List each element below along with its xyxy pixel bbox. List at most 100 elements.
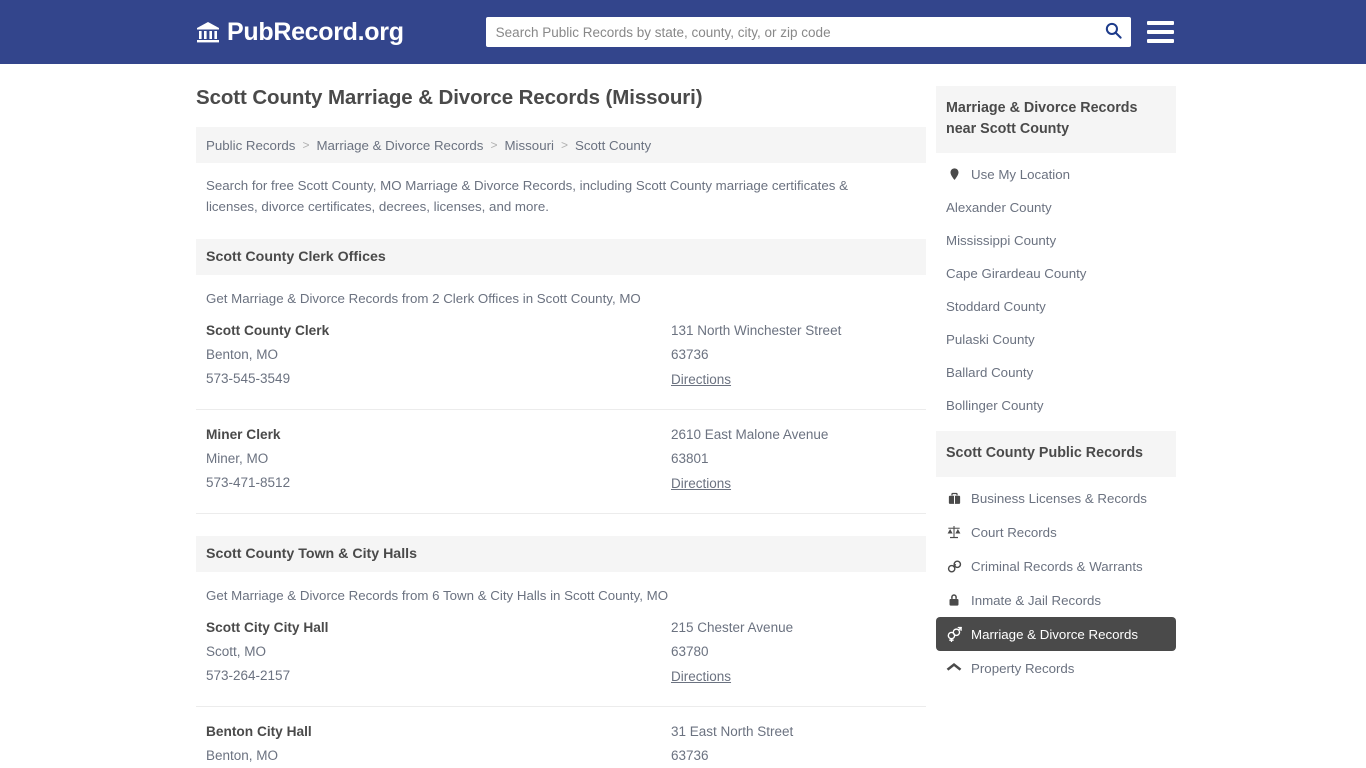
listing-right-column: 215 Chester Avenue 63780 Directions: [671, 620, 916, 692]
listing-zip: 63801: [671, 451, 709, 466]
sidebar-public-records-header: Scott County Public Records: [936, 431, 1176, 477]
search-input[interactable]: [485, 18, 1097, 46]
sidebar-item-label: Inmate & Jail Records: [971, 592, 1102, 608]
listing-row: Scott City City Hall Scott, MO 573-264-2…: [196, 603, 926, 707]
sidebar-public-records-list: Business Licenses & Records Court Record…: [936, 477, 1176, 685]
listing-name[interactable]: Benton City Hall: [206, 724, 671, 739]
sidebar-item-business-licenses[interactable]: Business Licenses & Records: [936, 481, 1176, 515]
handcuffs-icon: [946, 558, 962, 574]
breadcrumb-item-2[interactable]: Missouri: [504, 138, 554, 153]
site-header: PubRecord.org: [0, 0, 1366, 64]
listing-row: Miner Clerk Miner, MO 573-471-8512 2610 …: [196, 410, 926, 514]
search-bar: [485, 17, 1131, 47]
listing-street: 131 North Winchester Street: [671, 323, 842, 338]
listing-phone: 573-264-2157: [206, 668, 291, 683]
sidebar-item-inmate-jail-records[interactable]: Inmate & Jail Records: [936, 583, 1176, 617]
section-header-clerk-offices: Scott County Clerk Offices: [196, 239, 926, 275]
sidebar-item-marriage-divorce-records[interactable]: Marriage & Divorce Records: [936, 617, 1176, 651]
listing-city-state: Miner, MO: [206, 451, 269, 466]
site-logo-text: PubRecord.org: [227, 17, 404, 46]
sidebar: Marriage & Divorce Records near Scott Co…: [936, 86, 1176, 768]
listing-city-state: Benton, MO: [206, 748, 279, 763]
listing-phone: 573-545-3549: [206, 371, 291, 386]
listing-left-column: Scott City City Hall Scott, MO 573-264-2…: [206, 620, 671, 692]
hamburger-menu-icon[interactable]: [1146, 21, 1174, 43]
sidebar-item-county-2[interactable]: Cape Girardeau County: [936, 257, 1176, 290]
house-roof-icon: [946, 660, 962, 676]
sidebar-item-court-records[interactable]: Court Records: [936, 515, 1176, 549]
listing-row: Scott County Clerk Benton, MO 573-545-35…: [196, 306, 926, 410]
hamburger-bar: [1146, 39, 1174, 43]
page-body: Scott County Marriage & Divorce Records …: [0, 64, 1366, 768]
briefcase-icon: [946, 490, 962, 506]
listing-phone: 573-471-8512: [206, 475, 291, 490]
listing-left-column: Miner Clerk Miner, MO 573-471-8512: [206, 427, 671, 499]
search-icon: [1104, 21, 1123, 43]
sidebar-item-county-6[interactable]: Bollinger County: [936, 389, 1176, 422]
sidebar-item-label: Ballard County: [946, 365, 1034, 380]
listing-right-column: 2610 East Malone Avenue 63801 Directions: [671, 427, 916, 499]
sidebar-item-county-1[interactable]: Mississippi County: [936, 224, 1176, 257]
bank-columns-icon: [196, 20, 220, 44]
listing-name[interactable]: Miner Clerk: [206, 427, 671, 442]
listing-zip: 63736: [671, 347, 709, 362]
listing-left-column: Scott County Clerk Benton, MO 573-545-35…: [206, 323, 671, 395]
sidebar-item-criminal-records[interactable]: Criminal Records & Warrants: [936, 549, 1176, 583]
section-title: Scott County Clerk Offices: [206, 249, 386, 265]
breadcrumb-separator: >: [302, 138, 310, 152]
section-title: Scott County Town & City Halls: [206, 546, 417, 562]
sidebar-item-county-3[interactable]: Stoddard County: [936, 290, 1176, 323]
section-subtitle: Get Marriage & Divorce Records from 2 Cl…: [206, 291, 641, 306]
map-pin-icon: [946, 166, 962, 182]
listing-right-column: 31 East North Street 63736 Directions: [671, 724, 916, 768]
sidebar-item-label: Criminal Records & Warrants: [971, 558, 1143, 574]
sidebar-item-label: Mississippi County: [946, 233, 1057, 248]
page-intro-text: Search for free Scott County, MO Marriag…: [206, 178, 848, 214]
listing-left-column: Benton City Hall Benton, MO 573-545-3558: [206, 724, 671, 768]
gender-symbols-icon: [946, 626, 962, 642]
breadcrumb-separator: >: [490, 138, 498, 152]
listing-name[interactable]: Scott County Clerk: [206, 323, 671, 338]
sidebar-item-property-records[interactable]: Property Records: [936, 651, 1176, 685]
lock-icon: [946, 592, 962, 608]
directions-link[interactable]: Directions: [671, 669, 731, 684]
main-content: Scott County Marriage & Divorce Records …: [196, 86, 926, 768]
sidebar-nearby-list: Use My Location Alexander County Mississ…: [936, 153, 1176, 422]
listing-name[interactable]: Scott City City Hall: [206, 620, 671, 635]
sidebar-item-label: Business Licenses & Records: [971, 490, 1147, 506]
breadcrumb-item-3: Scott County: [575, 137, 652, 153]
section-subtitle: Get Marriage & Divorce Records from 6 To…: [206, 588, 669, 603]
sidebar-item-county-5[interactable]: Ballard County: [936, 356, 1176, 389]
sidebar-item-label: Stoddard County: [946, 299, 1046, 314]
sidebar-item-label: Pulaski County: [946, 332, 1035, 347]
sidebar-nearby-header: Marriage & Divorce Records near Scott Co…: [936, 86, 1176, 153]
sidebar-item-label: Use My Location: [971, 166, 1071, 182]
listing-street: 215 Chester Avenue: [671, 620, 794, 635]
listing-row: Benton City Hall Benton, MO 573-545-3558…: [196, 707, 926, 768]
sidebar-item-label: Property Records: [971, 660, 1075, 676]
hamburger-bar: [1146, 30, 1174, 34]
section-header-town-city-halls: Scott County Town & City Halls: [196, 536, 926, 572]
page-title: Scott County Marriage & Divorce Records …: [196, 86, 703, 109]
sidebar-item-label: Court Records: [971, 524, 1057, 540]
scales-of-justice-icon: [946, 524, 962, 540]
sidebar-item-county-0[interactable]: Alexander County: [936, 191, 1176, 224]
breadcrumb-item-0[interactable]: Public Records: [206, 138, 295, 153]
sidebar-item-county-4[interactable]: Pulaski County: [936, 323, 1176, 356]
directions-link[interactable]: Directions: [671, 372, 731, 387]
sidebar-item-label: Cape Girardeau County: [946, 266, 1087, 281]
listing-right-column: 131 North Winchester Street 63736 Direct…: [671, 323, 916, 395]
hamburger-bar: [1146, 21, 1174, 25]
search-button[interactable]: [1097, 18, 1131, 46]
listing-city-state: Scott, MO: [206, 644, 267, 659]
listing-city-state: Benton, MO: [206, 347, 279, 362]
breadcrumb-item-1[interactable]: Marriage & Divorce Records: [316, 138, 483, 153]
site-logo[interactable]: PubRecord.org: [196, 18, 404, 47]
breadcrumb: Public Records > Marriage & Divorce Reco…: [196, 127, 926, 163]
breadcrumb-separator: >: [560, 138, 568, 152]
listing-zip: 63736: [671, 748, 709, 763]
directions-link[interactable]: Directions: [671, 476, 731, 491]
listing-street: 31 East North Street: [671, 724, 794, 739]
sidebar-item-use-my-location[interactable]: Use My Location: [936, 157, 1176, 191]
